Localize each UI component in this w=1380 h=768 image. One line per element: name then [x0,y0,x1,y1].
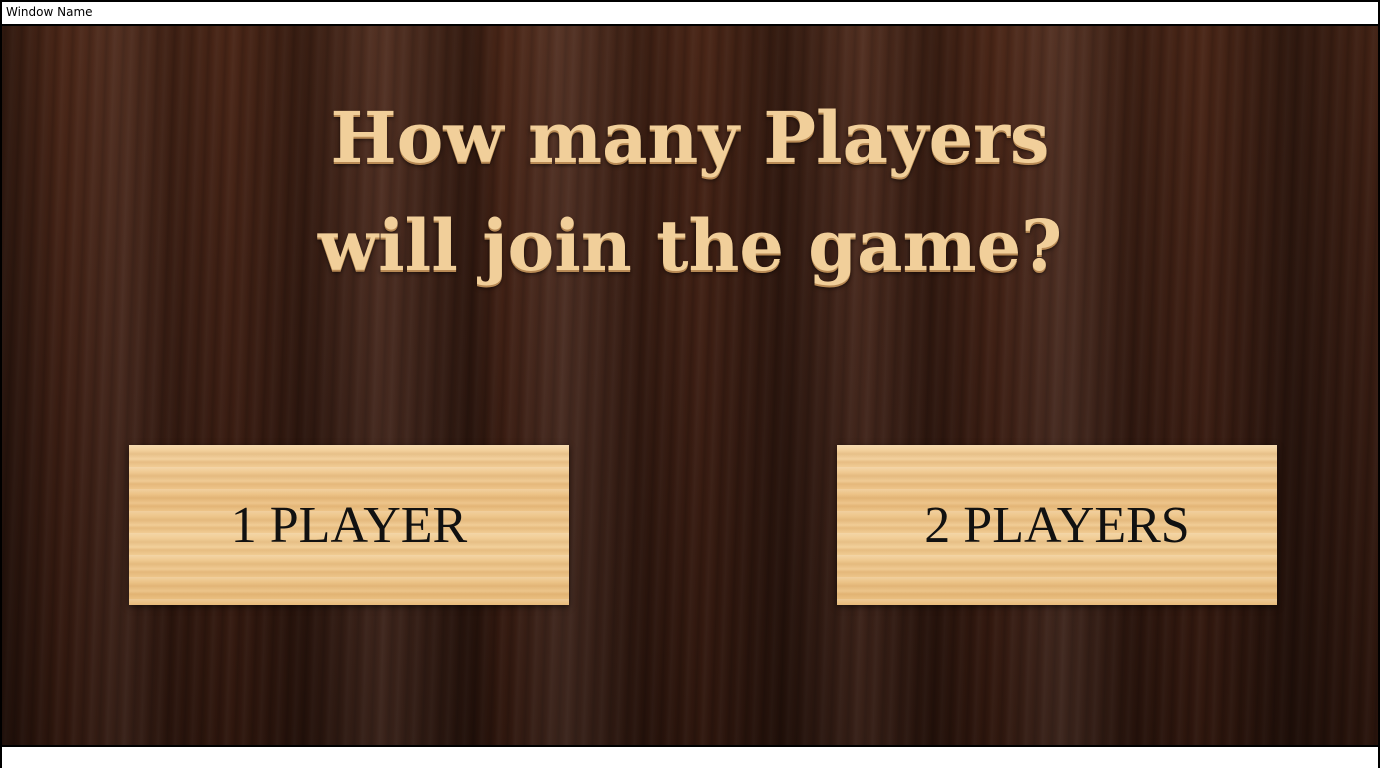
player-count-heading: How many Players will join the game? [2,84,1378,300]
two-players-label: 2 PLAYERS [924,496,1190,554]
window-title: Window Name [6,5,93,19]
heading-line-2: will join the game? [317,204,1063,287]
title-bar[interactable]: Window Name [2,2,1378,26]
one-player-button[interactable]: 1 PLAYER [129,445,569,605]
two-players-button[interactable]: 2 PLAYERS [837,445,1277,605]
game-screen: How many Players will join the game? 1 P… [2,26,1378,745]
one-player-label: 1 PLAYER [230,496,468,554]
bottom-bar [2,745,1378,768]
app-window: Window Name How many Players will join t… [0,0,1380,768]
heading-line-1: How many Players [330,96,1050,179]
